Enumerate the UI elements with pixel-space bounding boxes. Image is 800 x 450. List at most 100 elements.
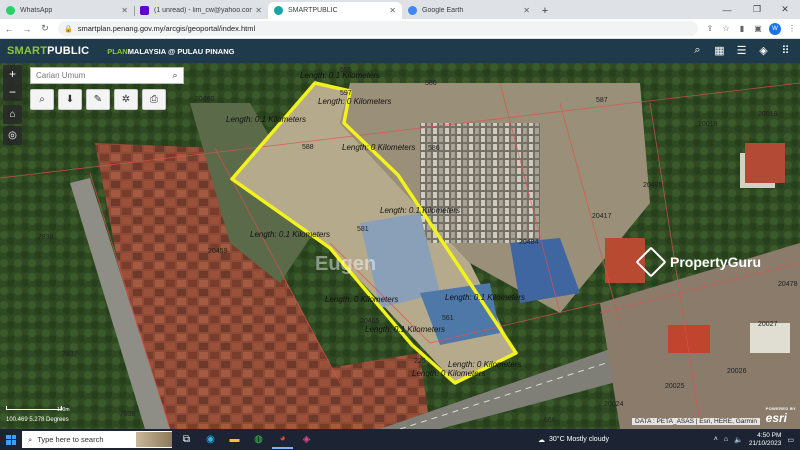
taskbar-search-placeholder: Type here to search [37, 435, 104, 444]
close-icon[interactable]: ✕ [255, 6, 262, 15]
chevron-up-icon[interactable]: ˄ [714, 436, 718, 443]
browser-toolbar: ← → ↻ 🔒 smartplan.penang.gov.my/arcgis/g… [0, 19, 800, 39]
app-header: SMARTPUBLIC PLANMALAYSIA @ PULAU PINANG … [0, 39, 800, 63]
scale-label: 100m [57, 407, 70, 413]
brand-public: PUBLIC [47, 45, 90, 57]
lot-label: 20485 [643, 182, 663, 189]
notification-icon[interactable]: ▭ [787, 436, 794, 444]
minimize-button[interactable]: — [712, 0, 742, 19]
maximize-button[interactable]: ❐ [742, 0, 772, 19]
search-icon: ⌕ [28, 434, 33, 444]
scale-bar [6, 406, 62, 410]
lot-label: 7837 [62, 351, 78, 358]
measure-label: Length: 0.1 Kilometers [226, 115, 307, 124]
whatsapp-icon [6, 6, 15, 15]
tab-label: (1 unread) - lim_cw@yahoo.com - [154, 7, 253, 14]
close-icon[interactable]: ✕ [389, 6, 396, 15]
app-icon[interactable]: ◈ [296, 430, 317, 449]
tab-yahoo-mail[interactable]: (1 unread) - lim_cw@yahoo.com - ✕ [134, 2, 268, 19]
search-box: ⌕ [30, 67, 184, 84]
new-tab-button[interactable]: + [536, 2, 554, 19]
edge-icon[interactable]: ◉ [200, 430, 221, 449]
home-button[interactable]: ⌂ [3, 105, 22, 124]
side-panel-icon[interactable]: ▮ [734, 21, 750, 37]
menu-kebab-icon[interactable]: ⋮ [784, 21, 800, 37]
taskbar-search[interactable]: ⌕ Type here to search [22, 431, 172, 448]
lot-label: 7838 [38, 234, 54, 241]
tab-label: SMARTPUBLIC [288, 7, 338, 14]
print-tool-button[interactable]: ⎙ [142, 89, 166, 110]
measure-label: Length: 0 Kilometers [342, 143, 416, 152]
map-view[interactable]: Length: 0.1 Kilometers Length: 0 Kilomet… [0, 63, 800, 429]
lot-label: 20026 [727, 368, 747, 375]
search-input[interactable] [31, 68, 167, 83]
pencil-icon: ✎ [93, 94, 103, 105]
cloud-icon: ☁ [538, 436, 545, 444]
profile-avatar[interactable]: W [769, 22, 781, 35]
measure-label: Length: 0.1 Kilometers [380, 206, 461, 215]
yahoo-mail-icon [140, 6, 149, 15]
tab-whatsapp[interactable]: WhatsApp ✕ [0, 2, 134, 19]
close-icon[interactable]: ✕ [523, 6, 530, 15]
measure-label: Length: 0.1 Kilometers [445, 293, 526, 302]
search-icon[interactable]: ⌕ [167, 70, 183, 81]
printer-icon: ⎙ [150, 94, 158, 105]
wechat-icon[interactable]: ◍ [248, 430, 269, 449]
propertyguru-logo-icon [635, 246, 667, 278]
bookmark-star-icon[interactable]: ☆ [718, 21, 734, 37]
lot-label: 597 [340, 90, 352, 97]
forward-button[interactable]: → [18, 20, 36, 38]
esri-text: esri [765, 411, 788, 425]
browser-tab-strip: WhatsApp ✕ (1 unread) - lim_cw@yahoo.com… [0, 0, 800, 19]
palette-icon: ✲ [121, 94, 131, 105]
back-button[interactable]: ← [0, 20, 18, 38]
close-window-button[interactable]: ✕ [770, 0, 800, 19]
taskbar-apps: ⧉ ◉ ▬ ◍ ◕ ◈ [176, 430, 317, 449]
lot-label: 581 [357, 226, 369, 233]
google-earth-icon [408, 6, 417, 15]
zoom-search-icon: ⌕ [39, 94, 45, 105]
zoom-out-button[interactable]: − [3, 83, 22, 101]
identify-tool-button[interactable]: ⌕ [30, 89, 54, 110]
esri-logo: POWERED BY esri [766, 406, 796, 425]
close-icon[interactable]: ✕ [121, 6, 128, 15]
lot-label: 20027 [758, 321, 778, 328]
draw-tool-button[interactable]: ✎ [86, 89, 110, 110]
lock-icon[interactable]: 🔒 [64, 25, 73, 33]
search-map-icon[interactable]: ⌕ [689, 42, 706, 59]
coordinate-tool-button[interactable]: ✲ [114, 89, 138, 110]
download-tool-button[interactable]: ⬇ [58, 89, 82, 110]
home-icon: ⌂ [9, 109, 16, 120]
brand-logo: SMARTPUBLIC [7, 45, 89, 57]
legend-list-icon[interactable]: ☰ [733, 42, 750, 59]
file-explorer-icon[interactable]: ▬ [224, 430, 245, 449]
locate-button[interactable]: ◎ [3, 126, 22, 145]
extensions-icon[interactable]: ▣ [750, 21, 766, 37]
plan-rest: MALAYSIA @ PULAU PINANG [127, 46, 235, 56]
smartpublic-icon [274, 6, 283, 15]
lot-label: 20465 [360, 318, 380, 325]
reload-button[interactable]: ↻ [36, 20, 54, 38]
more-icon[interactable]: ⠿ [777, 42, 794, 59]
chrome-icon[interactable]: ◕ [272, 430, 293, 449]
share-icon[interactable]: ⇪ [702, 21, 718, 37]
volume-icon[interactable]: 🔈 [734, 436, 743, 444]
lot-label: 20417 [592, 213, 612, 220]
lot-label: 225 [414, 358, 426, 365]
basemap-grid-icon[interactable]: ▦ [711, 42, 728, 59]
clock[interactable]: 4:50 PM 21/10/2023 [749, 432, 782, 448]
network-icon[interactable]: ⌂ [724, 436, 728, 443]
tab-google-earth[interactable]: Google Earth ✕ [402, 2, 536, 19]
tab-smartpublic[interactable]: SMARTPUBLIC ✕ [268, 2, 402, 19]
lot-label: 587 [596, 97, 608, 104]
lot-label: 586 [428, 145, 440, 152]
layers-icon[interactable]: ◈ [755, 42, 772, 59]
task-view-icon[interactable]: ⧉ [176, 430, 197, 449]
address-bar[interactable]: 🔒 smartplan.penang.gov.my/arcgis/geoport… [58, 21, 698, 36]
weather-widget[interactable]: ☁ 30°C Mostly cloudy [538, 429, 609, 450]
windows-logo-icon [6, 434, 16, 445]
start-button[interactable] [0, 429, 22, 450]
zoom-in-button[interactable]: + [3, 65, 22, 83]
weather-text: 30°C Mostly cloudy [549, 436, 609, 443]
lot-label: 655 [340, 67, 352, 74]
